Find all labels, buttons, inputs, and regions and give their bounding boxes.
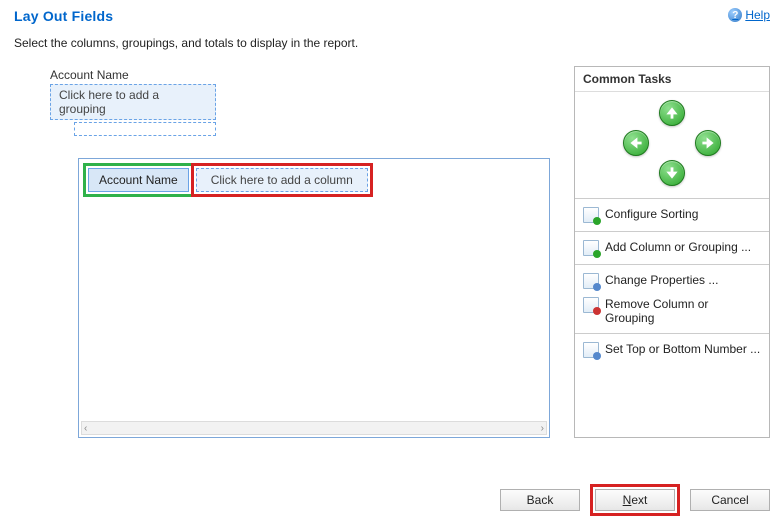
common-tasks-header: Common Tasks [575, 67, 769, 92]
horizontal-scrollbar[interactable]: ‹ › [81, 421, 547, 435]
help-label: Help [745, 8, 770, 22]
back-button[interactable]: Back [500, 489, 580, 511]
page-title: Lay Out Fields [14, 8, 113, 24]
add-column-icon [583, 240, 599, 256]
arrow-left-icon [629, 136, 643, 150]
add-column-placeholder[interactable]: Click here to add a column [196, 168, 368, 192]
arrow-down-icon [665, 166, 679, 180]
task-add-column[interactable]: Add Column or Grouping ... [575, 236, 769, 260]
task-configure-sorting[interactable]: Configure Sorting [575, 203, 769, 227]
direction-pad [575, 92, 769, 198]
task-change-properties[interactable]: Change Properties ... [575, 269, 769, 293]
instruction-text: Select the columns, groupings, and total… [0, 28, 784, 62]
task-label: Remove Column or Grouping [605, 297, 761, 325]
task-label: Configure Sorting [605, 207, 698, 221]
cancel-button[interactable]: Cancel [690, 489, 770, 511]
column-account-name[interactable]: Account Name [88, 168, 189, 192]
change-properties-icon [583, 273, 599, 289]
next-rest: ext [631, 493, 647, 507]
task-label: Add Column or Grouping ... [605, 240, 751, 254]
grouping-root-label: Account Name [50, 68, 562, 82]
report-canvas: Account Name Click here to add a column … [78, 158, 550, 438]
common-tasks-panel: Common Tasks Configure Sorting [574, 66, 770, 438]
highlight-add-column: Click here to add a column [191, 163, 373, 197]
scroll-right-icon[interactable]: › [541, 423, 544, 434]
arrow-right-icon [701, 136, 715, 150]
scroll-left-icon[interactable]: ‹ [84, 423, 87, 434]
configure-sorting-icon [583, 207, 599, 223]
task-label: Change Properties ... [605, 273, 718, 287]
set-top-bottom-icon [583, 342, 599, 358]
add-grouping-placeholder[interactable]: Click here to add a grouping [50, 84, 216, 120]
move-up-button[interactable] [659, 100, 685, 126]
highlight-selected-column: Account Name [83, 163, 194, 197]
task-remove-column[interactable]: Remove Column or Grouping [575, 293, 769, 329]
move-right-button[interactable] [695, 130, 721, 156]
next-button[interactable]: Next [595, 489, 675, 511]
task-label: Set Top or Bottom Number ... [605, 342, 760, 356]
arrow-up-icon [665, 106, 679, 120]
help-icon: ? [728, 8, 742, 22]
move-down-button[interactable] [659, 160, 685, 186]
move-left-button[interactable] [623, 130, 649, 156]
task-set-top-bottom[interactable]: Set Top or Bottom Number ... [575, 338, 769, 362]
sub-grouping-placeholder[interactable] [74, 122, 216, 136]
remove-column-icon [583, 297, 599, 313]
help-link[interactable]: ? Help [728, 8, 770, 22]
highlight-next-button: Next [590, 484, 680, 516]
